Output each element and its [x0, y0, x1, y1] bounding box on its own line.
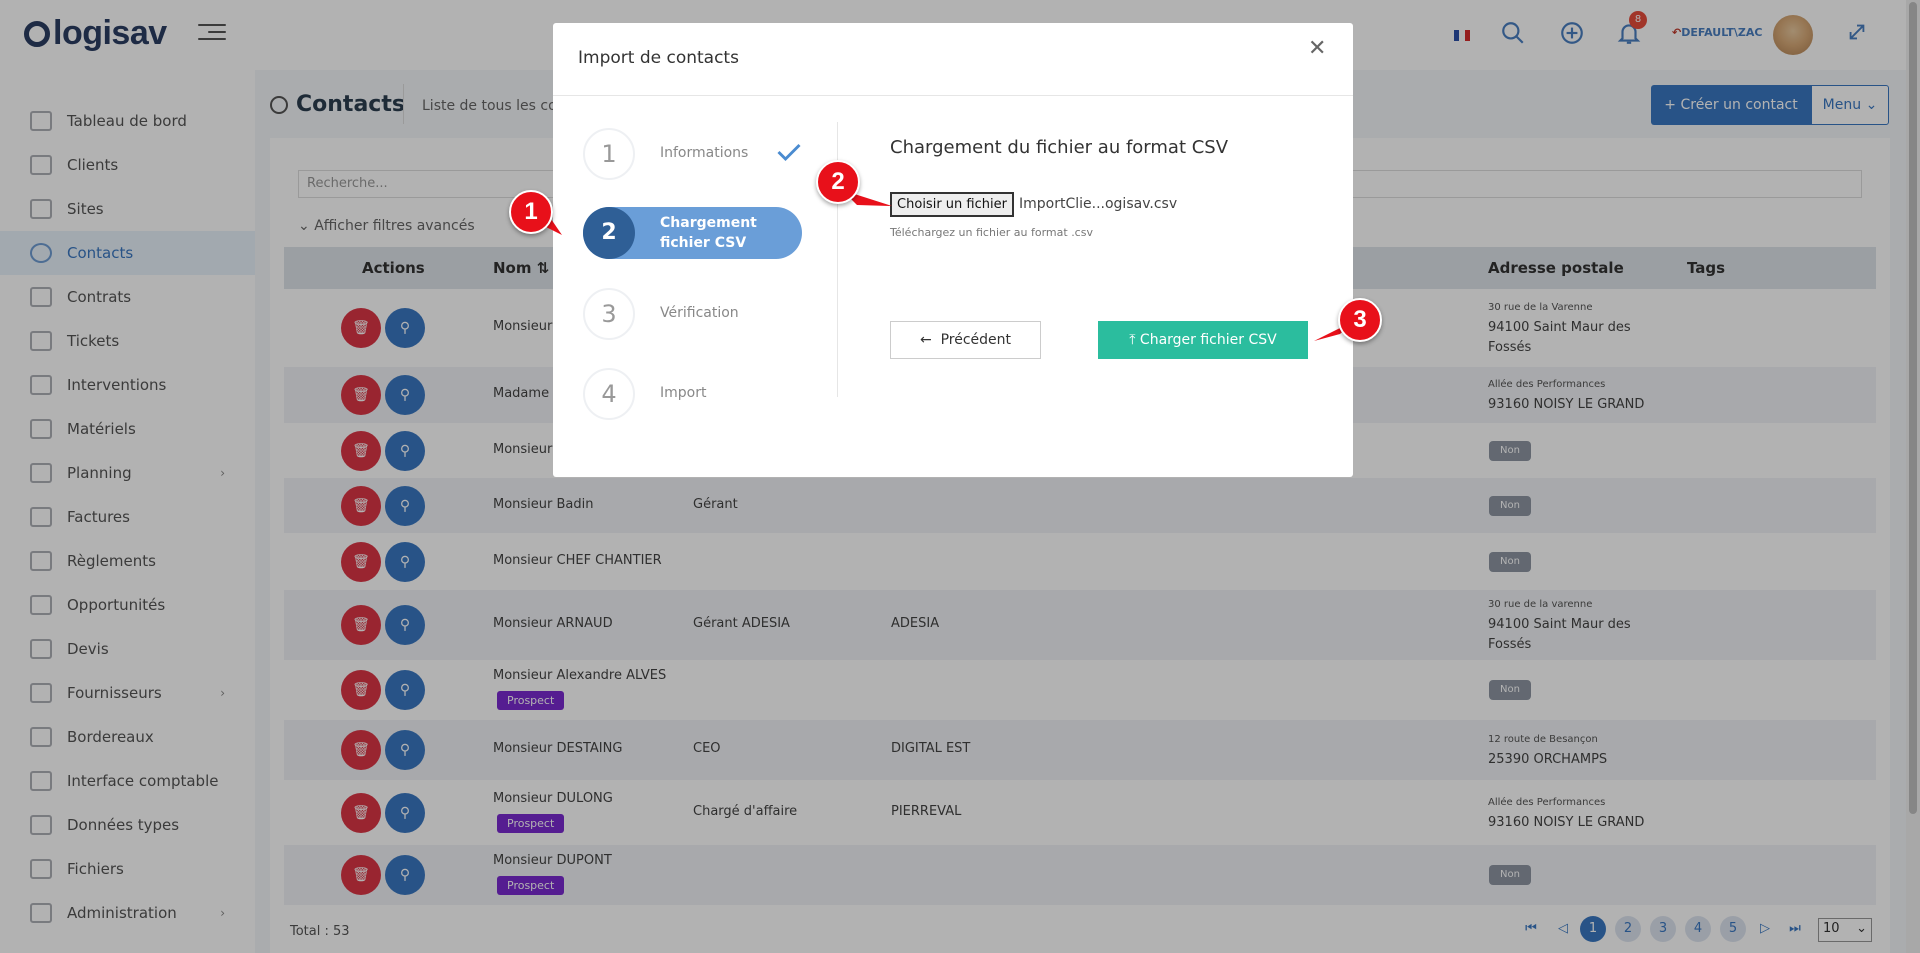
check-icon [775, 138, 803, 166]
step-2-label: Chargement fichier CSV [660, 215, 757, 251]
arrow-left-icon: ← [919, 332, 941, 348]
close-icon[interactable]: ✕ [1308, 36, 1326, 61]
upload-csv-button[interactable]: ⤒ Charger fichier CSV [1098, 321, 1308, 359]
selected-file-name: ImportClie...ogisav.csv [1019, 196, 1178, 212]
file-hint: Téléchargez un fichier au format .csv [890, 226, 1093, 239]
step-3-circle: 3 [583, 288, 635, 340]
step-3-label: Vérification [660, 305, 739, 321]
step-2-circle: 2 [583, 207, 635, 259]
callout-3: 3 [1338, 298, 1382, 342]
step-4-label: Import [660, 385, 707, 401]
modal-divider [553, 95, 1353, 96]
callout-1: 1 [509, 190, 553, 234]
callout-2: 2 [816, 160, 860, 204]
choose-file-button[interactable]: Choisir un fichier [890, 192, 1014, 217]
step-1-label: Informations [660, 145, 749, 161]
modal-title: Import de contacts [578, 48, 739, 68]
upload-icon: ⤒ [1129, 332, 1140, 348]
step-4-circle: 4 [583, 368, 635, 420]
upload-title: Chargement du fichier au format CSV [890, 137, 1229, 158]
previous-button[interactable]: ← Précédent [890, 321, 1041, 359]
step-1-circle: 1 [583, 128, 635, 180]
